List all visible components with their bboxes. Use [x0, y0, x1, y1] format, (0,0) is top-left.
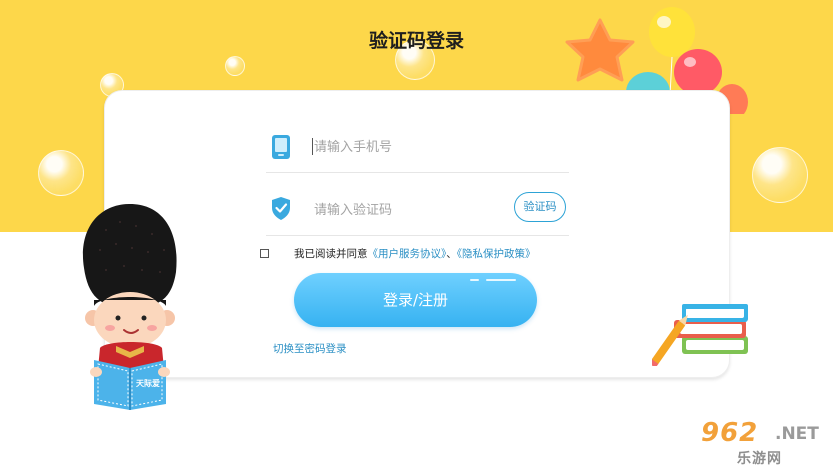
boy-reading-illustration: 天际爱 — [82, 204, 177, 410]
bubble-decoration — [225, 56, 245, 76]
agreement-prefix: 我已阅读并同意 — [294, 248, 368, 260]
agreement-separator: 、 — [446, 248, 457, 260]
privacy-policy-link[interactable]: 《隐私保护政策》 — [457, 248, 536, 260]
bubble-decoration — [752, 147, 808, 203]
button-highlight — [470, 279, 479, 281]
get-code-button[interactable]: 验证码 — [514, 192, 566, 222]
watermark-net: .NET — [775, 424, 819, 444]
login-register-button[interactable]: 登录/注册 — [294, 273, 537, 327]
phone-icon — [272, 135, 290, 159]
book-label: 天际爱 — [136, 378, 160, 388]
code-input[interactable] — [312, 197, 506, 223]
books-illustration — [652, 304, 748, 366]
page-title: 验证码登录 — [368, 30, 464, 52]
agree-checkbox[interactable] — [260, 249, 269, 258]
phone-field — [266, 120, 569, 173]
phone-input[interactable] — [312, 134, 506, 160]
shield-icon — [272, 197, 290, 220]
site-watermark: 962 .NET 乐游网 — [693, 418, 833, 468]
button-highlight — [486, 279, 516, 281]
user-agreement-link[interactable]: 《用户服务协议》 — [368, 248, 447, 260]
watermark-number: 962 — [701, 418, 759, 448]
login-register-label: 登录/注册 — [382, 291, 449, 309]
code-field: 验证码 — [266, 183, 569, 236]
agreement-text: 我已阅读并同意《用户服务协议》、《隐私保护政策》 — [294, 246, 536, 261]
switch-password-login-link[interactable]: 切换至密码登录 — [273, 341, 347, 356]
watermark-site-name: 乐游网 — [737, 451, 782, 467]
bubble-decoration — [38, 150, 84, 196]
